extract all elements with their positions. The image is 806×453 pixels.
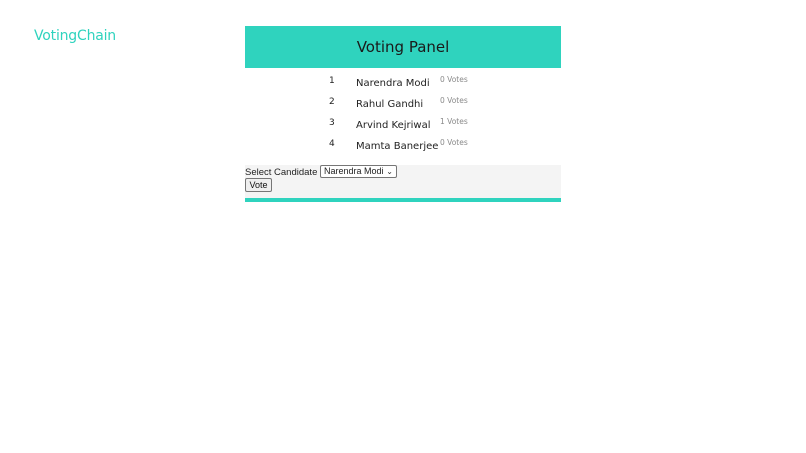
- panel-footer-bar: [245, 198, 561, 202]
- voting-panel: Voting Panel 1 Narendra Modi 0 Votes 2 R…: [245, 26, 561, 202]
- panel-title: Voting Panel: [356, 38, 450, 56]
- table-row: 2 Rahul Gandhi 0 Votes: [245, 94, 561, 115]
- candidate-name: Arvind Kejriwal: [356, 120, 431, 131]
- candidate-select-value: Narendra Modi: [324, 166, 384, 176]
- candidate-votes: 0 Votes: [440, 96, 468, 105]
- vote-button[interactable]: Vote: [245, 178, 272, 192]
- candidate-name: Mamta Banerjee: [356, 141, 439, 152]
- chevron-down-icon: ⌄: [386, 167, 393, 176]
- select-candidate-label: Select Candidate: [245, 167, 318, 178]
- candidate-number: 1: [329, 76, 335, 86]
- vote-form: Select Candidate Narendra Modi ⌄ Vote: [245, 165, 561, 198]
- candidate-name: Narendra Modi: [356, 78, 430, 89]
- brand-logo[interactable]: VotingChain: [34, 28, 116, 44]
- candidate-votes: 0 Votes: [440, 138, 468, 147]
- candidate-select[interactable]: Narendra Modi ⌄: [320, 165, 397, 178]
- candidate-number: 4: [329, 139, 335, 149]
- candidate-table: 1 Narendra Modi 0 Votes 2 Rahul Gandhi 0…: [245, 73, 561, 157]
- candidate-votes: 0 Votes: [440, 75, 468, 84]
- candidate-number: 3: [329, 118, 335, 128]
- candidate-number: 2: [329, 97, 335, 107]
- candidate-votes: 1 Votes: [440, 117, 468, 126]
- table-row: 1 Narendra Modi 0 Votes: [245, 73, 561, 94]
- panel-header: Voting Panel: [245, 26, 561, 68]
- table-row: 4 Mamta Banerjee 0 Votes: [245, 136, 561, 157]
- candidate-name: Rahul Gandhi: [356, 99, 424, 110]
- table-row: 3 Arvind Kejriwal 1 Votes: [245, 115, 561, 136]
